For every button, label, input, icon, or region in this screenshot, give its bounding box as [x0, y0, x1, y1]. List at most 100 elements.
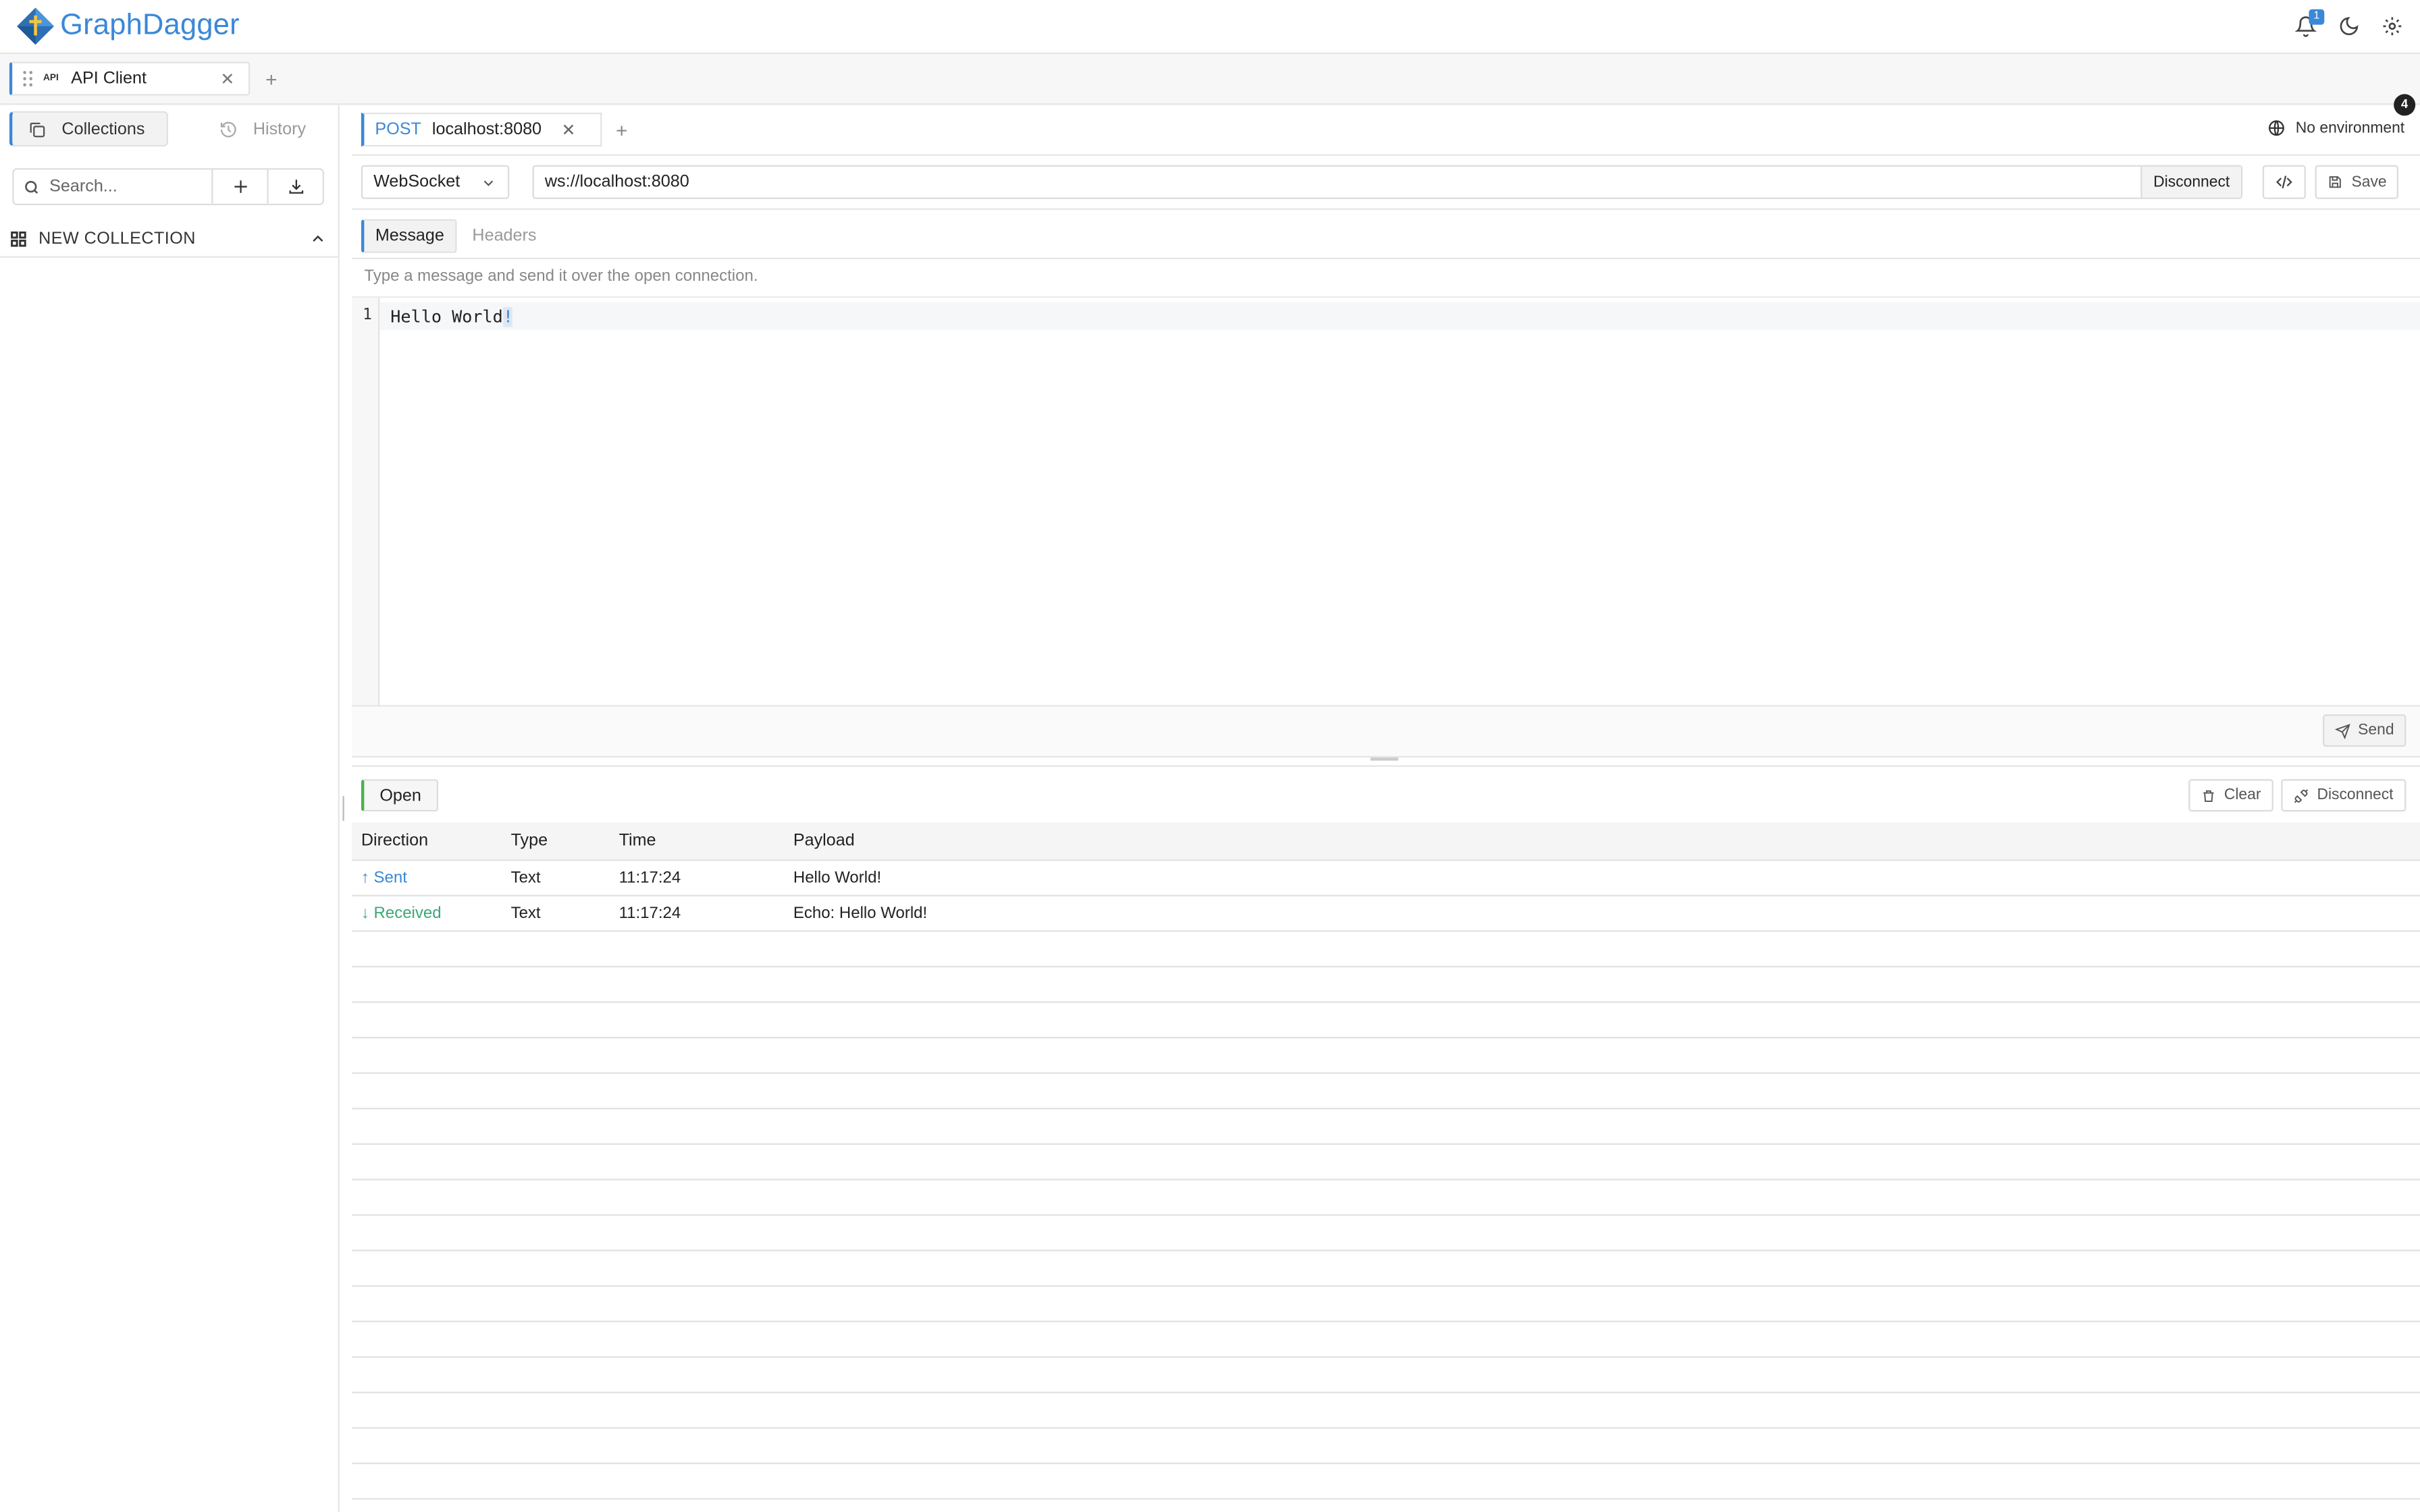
collection-name: NEW COLLECTION [38, 229, 196, 248]
tab-message[interactable]: Message [361, 219, 457, 253]
clear-button[interactable]: Clear [2188, 779, 2273, 812]
notification-badge: 1 [2309, 9, 2325, 25]
save-icon [2327, 174, 2342, 190]
payload-cell: Hello World! [793, 868, 882, 888]
empty-table-row [352, 1251, 2420, 1287]
url-input[interactable]: ws://localhost:8080 Disconnect [532, 165, 2243, 199]
empty-table-row [352, 1038, 2420, 1074]
dagger-logo-icon [16, 6, 55, 46]
save-button[interactable]: Save [2315, 165, 2399, 199]
send-button[interactable]: Send [2323, 714, 2406, 747]
url-bar: WebSocket ws://localhost:8080 Disconnect… [352, 156, 2420, 210]
send-label: Send [2358, 722, 2394, 739]
settings-button[interactable] [2380, 14, 2405, 39]
empty-table-row [352, 932, 2420, 968]
tab-collections-label: Collections [61, 119, 145, 138]
empty-table-row [352, 1287, 2420, 1322]
empty-table-row [352, 1181, 2420, 1216]
grid-icon [11, 230, 26, 246]
workspace-tab-bar: API API Client ✕ + [0, 54, 2420, 105]
app-logo[interactable]: GraphDagger [16, 6, 240, 46]
collection-item[interactable]: NEW COLLECTION [0, 221, 338, 258]
request-tab[interactable]: POST localhost:8080 ✕ [361, 112, 602, 147]
collections-icon [28, 119, 46, 138]
url-value: ws://localhost:8080 [544, 173, 689, 192]
response-disconnect-button[interactable]: Disconnect [2281, 779, 2406, 812]
empty-table-row [352, 1109, 2420, 1145]
chevron-down-icon [481, 175, 496, 189]
protocol-value: WebSocket [373, 173, 461, 192]
sidebar-resize-handle[interactable] [342, 796, 344, 821]
disconnect-label: Disconnect [2317, 786, 2394, 804]
time-cell: 11:17:24 [619, 868, 681, 888]
chevron-up-icon[interactable] [310, 231, 325, 246]
drag-handle-icon[interactable] [23, 71, 33, 86]
direction-cell: ↓ Received [361, 904, 442, 923]
request-tab-bar: POST localhost:8080 ✕ + No environment 4 [352, 94, 2420, 156]
tab-history-label: History [253, 119, 307, 138]
connection-status: Open [361, 779, 439, 812]
disconnect-button[interactable]: Disconnect [2140, 166, 2241, 198]
close-icon[interactable]: ✕ [562, 119, 576, 139]
tab-collections[interactable]: Collections [9, 111, 169, 147]
payload-cell: Echo: Hello World! [793, 904, 928, 923]
empty-table-row [352, 1216, 2420, 1251]
globe-icon [2268, 119, 2286, 137]
table-row[interactable]: ↓ Received Text 11:17:24 Echo: Hello Wor… [352, 896, 2420, 932]
empty-table-row [352, 1003, 2420, 1039]
empty-table-row [352, 1357, 2420, 1393]
app-name: GraphDagger [60, 9, 240, 42]
messages-table: Direction Type Time Payload ↑ Sent Text … [352, 822, 2420, 1512]
import-button[interactable] [267, 169, 322, 204]
code-snippet-button[interactable] [2262, 165, 2306, 199]
protocol-select[interactable]: WebSocket [361, 165, 510, 199]
request-tab-label: localhost:8080 [431, 120, 542, 139]
environment-selector[interactable]: No environment [2268, 119, 2405, 137]
type-cell: Text [510, 868, 541, 888]
empty-table-row [352, 1393, 2420, 1429]
search-input[interactable]: Search... [14, 169, 213, 204]
add-workspace-tab-button[interactable]: + [265, 68, 277, 91]
empty-table-row [352, 1500, 2420, 1512]
sidebar-search-group: Search... [12, 168, 325, 205]
add-request-tab-button[interactable]: + [616, 119, 627, 142]
close-icon[interactable]: ✕ [220, 69, 234, 88]
api-icon: API [43, 74, 59, 84]
request-method: POST [375, 120, 421, 139]
table-row[interactable]: ↑ Sent Text 11:17:24 Hello World! [352, 861, 2420, 896]
add-collection-button[interactable] [213, 169, 267, 203]
unplug-icon [2294, 788, 2309, 803]
search-placeholder: Search... [49, 177, 117, 196]
empty-table-row [352, 1322, 2420, 1358]
active-line [379, 302, 2420, 331]
send-icon [2334, 723, 2350, 738]
plus-icon [231, 178, 249, 196]
workspace-tab-label: API Client [71, 69, 147, 88]
type-cell: Text [510, 904, 541, 923]
empty-rows [352, 932, 2420, 1512]
download-icon [286, 178, 305, 196]
workspace-tab[interactable]: API API Client ✕ [9, 61, 251, 96]
theme-toggle-button[interactable] [2337, 14, 2362, 39]
cursor-char: ! [502, 306, 513, 327]
empty-table-row [352, 967, 2420, 1003]
tab-headers[interactable]: Headers [472, 219, 536, 253]
panel-resize-handle[interactable] [1370, 757, 1398, 761]
table-header: Direction Type Time Payload [352, 822, 2420, 861]
editor-line[interactable]: Hello World! [390, 306, 513, 327]
code-icon [2275, 173, 2293, 191]
clear-label: Clear [2224, 786, 2261, 804]
response-toolbar: Open Clear Disconnect [352, 765, 2420, 823]
trash-icon [2201, 788, 2217, 803]
main-panel: POST localhost:8080 ✕ + No environment 4… [352, 94, 2420, 1512]
notifications-button[interactable]: 1 [2294, 9, 2325, 39]
message-tab-bar: Message Headers [352, 210, 2420, 260]
tab-history[interactable]: History [204, 111, 306, 147]
environment-label: No environment [2295, 119, 2405, 137]
editor-text: Hello World [390, 306, 503, 327]
gear-icon [2382, 16, 2403, 37]
moon-icon [2338, 16, 2360, 37]
column-header-type: Type [510, 832, 548, 850]
message-editor[interactable]: 1 Hello World! [352, 296, 2420, 707]
time-cell: 11:17:24 [619, 904, 681, 923]
